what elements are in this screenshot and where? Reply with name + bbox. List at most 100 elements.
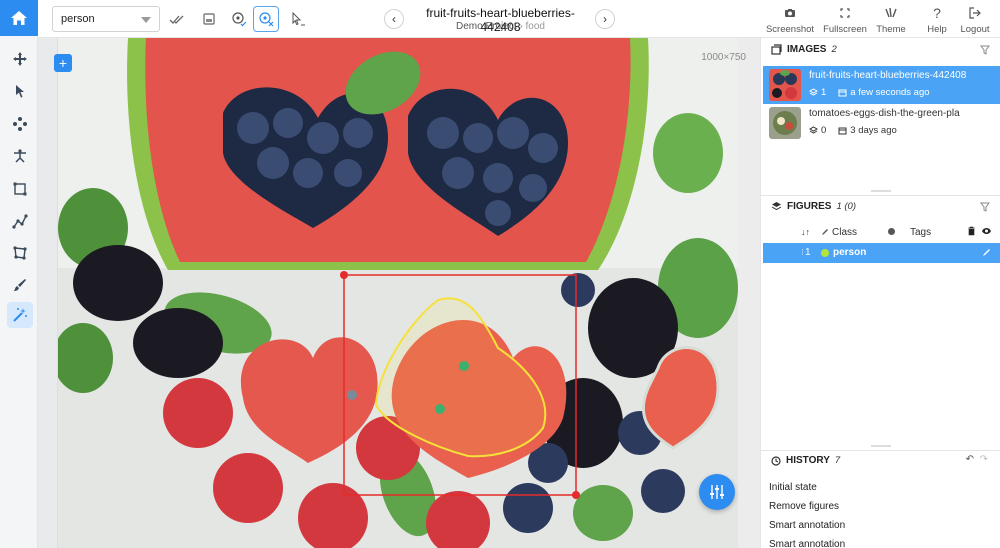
trash-icon[interactable] [967, 226, 976, 236]
next-image-button[interactable]: › [595, 9, 615, 29]
sliders-icon [710, 485, 724, 499]
history-item[interactable]: Remove figures [769, 501, 839, 512]
logout-icon [969, 7, 981, 19]
magic-wand-icon [13, 308, 27, 322]
theme-icon [885, 7, 897, 18]
class-color-dot [821, 249, 829, 257]
layers-icon [809, 126, 818, 134]
class-select-value: person [61, 13, 95, 25]
help-button[interactable]: ? Help [920, 5, 954, 35]
point-tool[interactable] [7, 111, 33, 137]
images-title: IMAGES [787, 44, 827, 55]
history-item[interactable]: Initial state [769, 482, 817, 493]
annotation-canvas[interactable]: 1000×750 + [38, 38, 760, 548]
pan-tool[interactable] [7, 46, 33, 72]
class-select[interactable]: person [52, 6, 160, 32]
figure-class: person [833, 247, 867, 258]
breadcrumb-dataset[interactable]: food [526, 21, 545, 32]
drag-handle-icon[interactable]: ⁝ [801, 247, 804, 258]
figures-header: FIGURES 1 (0) [771, 201, 856, 212]
figures-count: 1 [809, 87, 826, 98]
redo-icon[interactable]: ↷ [980, 454, 988, 465]
edit-icon[interactable] [982, 248, 991, 257]
skeleton-tool[interactable] [7, 143, 33, 169]
filter-icon[interactable] [980, 45, 990, 55]
pointer-icon [292, 11, 305, 26]
keypoint-icon [14, 149, 26, 163]
chevron-left-icon: ‹ [392, 12, 396, 26]
filter-icon[interactable] [980, 202, 990, 212]
polyline-icon [12, 214, 28, 229]
logout-button[interactable]: Logout [956, 5, 994, 35]
double-check-icon [169, 15, 184, 24]
top-bar: person ‹ › fruit-fruits-heart-blueberrie… [38, 0, 1000, 38]
calendar-icon [838, 127, 847, 135]
move-icon [13, 52, 27, 66]
logout-label: Logout [960, 24, 990, 35]
polyline-tool[interactable] [7, 208, 33, 234]
resize-handle[interactable] [871, 445, 891, 447]
theme-button[interactable]: Theme [871, 5, 911, 35]
settings-fab[interactable] [699, 474, 735, 510]
figure-row[interactable]: ⁝ 1 person [763, 243, 1000, 263]
resize-handle[interactable] [871, 190, 891, 192]
resolution-label: 1000×750 [701, 52, 746, 63]
vertical-ruler [38, 38, 58, 548]
brush-tool[interactable] [7, 272, 33, 298]
column-tags[interactable]: Tags [910, 227, 931, 238]
undo-icon[interactable]: ↶ [966, 454, 974, 465]
screenshot-label: Screenshot [765, 24, 815, 35]
fullscreen-icon [840, 8, 850, 18]
brush-icon [14, 279, 26, 291]
polygon-icon [13, 246, 27, 260]
images-count: 2 [831, 44, 837, 55]
prev-image-button[interactable]: ‹ [384, 9, 404, 29]
bbox-handle [572, 491, 580, 499]
column-class[interactable]: Class [832, 227, 857, 238]
images-header: IMAGES 2 [771, 44, 837, 55]
eye-icon[interactable] [981, 227, 992, 235]
image-square-icon [203, 13, 215, 25]
figures-title: FIGURES [787, 201, 832, 212]
sort-icon[interactable]: ↓↑ [801, 227, 810, 237]
bbox-handle [340, 271, 348, 279]
select-tool[interactable] [7, 78, 33, 104]
screenshot-button[interactable]: Screenshot [765, 5, 815, 35]
breadcrumb-project[interactable]: Demo Project [456, 21, 517, 32]
image-list-item[interactable]: fruit-fruits-heart-blueberries-442408 1 … [763, 66, 1000, 104]
target-cross-icon [259, 12, 274, 27]
left-toolbar [0, 0, 38, 548]
chevron-right-icon: › [603, 12, 607, 26]
polygon-tool[interactable] [7, 240, 33, 266]
figures-count-label: 1 (0) [836, 201, 856, 212]
smart-tool[interactable] [7, 302, 33, 328]
image-list-item[interactable]: tomatoes-eggs-dish-the-green-pla 0 3 day… [763, 104, 1000, 142]
rectangle-icon [13, 182, 27, 196]
image-name: fruit-fruits-heart-blueberries-442408 [809, 70, 967, 81]
home-button[interactable] [0, 0, 38, 36]
rectangle-tool[interactable] [7, 176, 33, 202]
history-title: HISTORY [786, 455, 830, 466]
palette-icon [888, 228, 895, 235]
help-label: Help [927, 24, 947, 35]
layers-icon [771, 202, 782, 211]
calendar-icon [838, 89, 847, 97]
image-thumbnail [769, 107, 801, 139]
breadcrumb: Demo Project › food [408, 21, 593, 32]
fullscreen-button[interactable]: Fullscreen [820, 5, 870, 35]
history-item[interactable]: Smart annotation [769, 520, 845, 531]
confirm-all-button[interactable] [164, 6, 190, 32]
image-view[interactable] [58, 38, 738, 548]
positive-point [435, 404, 445, 414]
save-image-button[interactable] [196, 6, 222, 32]
image-name: tomatoes-eggs-dish-the-green-pla [809, 108, 960, 119]
add-point-button[interactable] [226, 6, 252, 32]
history-item[interactable]: Smart annotation [769, 539, 845, 548]
chevron-down-icon [141, 17, 151, 23]
pointer-button[interactable] [284, 6, 310, 32]
figure-index: 1 [805, 247, 811, 258]
history-icon [771, 455, 781, 466]
add-figure-button[interactable]: + [54, 54, 72, 72]
remove-point-button[interactable] [253, 6, 279, 32]
breadcrumb-separator: › [519, 21, 523, 32]
